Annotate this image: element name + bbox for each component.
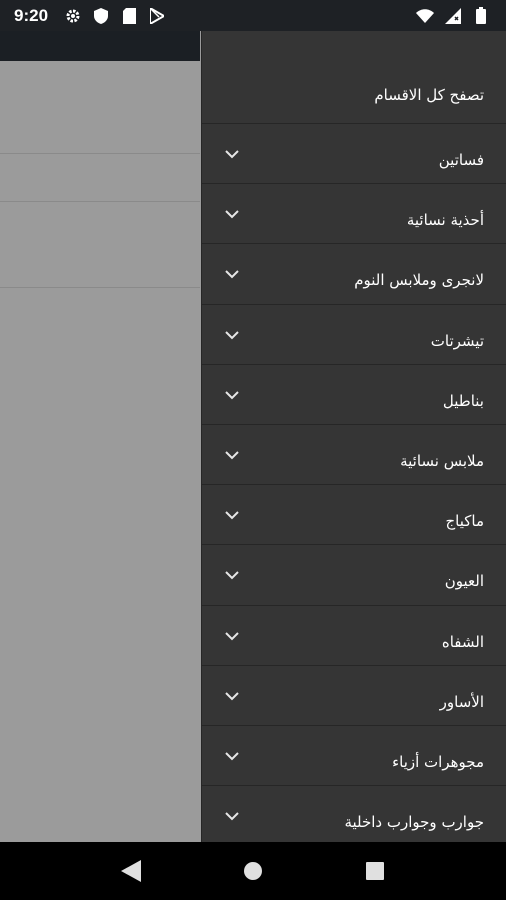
chevron-down-icon[interactable]: [224, 566, 240, 580]
category-item[interactable]: تيشرتات: [202, 305, 506, 365]
category-list: فساتين أحذية نسائية لانجرى وملابس النوم تيش…: [202, 124, 506, 842]
category-item[interactable]: مجوهرات أزياء: [202, 726, 506, 787]
category-label: أحذية نسائية: [406, 211, 484, 230]
shield-icon: [90, 5, 112, 27]
category-item[interactable]: ملابس نسائية: [202, 425, 506, 486]
chevron-down-icon[interactable]: [224, 747, 240, 761]
browse-all-categories-label: تصفح كل الاقسام: [374, 86, 484, 104]
category-item[interactable]: العيون: [202, 545, 506, 606]
status-time: 9:20: [14, 5, 49, 25]
category-label: جوارب وجوارب داخلية: [344, 813, 484, 832]
play-store-icon: [146, 5, 168, 27]
gear-icon: [62, 5, 84, 27]
wifi-icon: [414, 5, 436, 27]
category-item[interactable]: فساتين: [202, 124, 506, 185]
category-item[interactable]: لانجرى وملابس النوم: [202, 244, 506, 305]
background-divider: [0, 153, 200, 154]
category-label: مجوهرات أزياء: [392, 752, 484, 771]
status-bar: 9:20: [0, 0, 506, 31]
background-app-bar: [0, 31, 200, 61]
category-item[interactable]: الشفاه: [202, 606, 506, 666]
home-button[interactable]: [233, 851, 273, 891]
back-icon: [121, 860, 141, 882]
chevron-down-icon[interactable]: [224, 506, 240, 520]
category-label: فساتين: [438, 151, 484, 169]
background-divider: [0, 201, 200, 202]
sd-card-icon: [118, 5, 140, 27]
category-item[interactable]: أحذية نسائية: [202, 184, 506, 245]
chevron-down-icon[interactable]: [224, 265, 240, 279]
category-item[interactable]: بناطيل: [202, 365, 506, 425]
chevron-down-icon[interactable]: [224, 807, 240, 821]
chevron-down-icon[interactable]: [224, 145, 240, 159]
category-label: العيون: [444, 572, 484, 591]
home-icon: [244, 862, 262, 880]
chevron-down-icon[interactable]: [224, 446, 240, 460]
chevron-down-icon[interactable]: [224, 205, 240, 219]
category-label: الأساور: [439, 692, 484, 711]
category-label: ملابس نسائية: [400, 451, 484, 470]
category-label: بناطيل: [442, 391, 484, 410]
status-right: [408, 5, 492, 27]
background-divider: [0, 287, 200, 288]
recents-button[interactable]: [355, 851, 395, 891]
chevron-down-icon[interactable]: [224, 627, 240, 640]
category-item[interactable]: ماكياج: [202, 485, 506, 546]
back-button[interactable]: [111, 851, 151, 891]
chevron-down-icon[interactable]: [224, 326, 240, 339]
category-item[interactable]: جوارب وجوارب داخلية: [202, 786, 506, 842]
navigation-drawer: تصفح كل الاقسام فساتين أحذية نسائية لانجرى…: [201, 31, 506, 842]
chevron-down-icon[interactable]: [224, 386, 240, 400]
category-label: لانجرى وملابس النوم: [354, 271, 484, 290]
system-nav-bar: [0, 842, 506, 900]
recents-icon: [366, 862, 384, 880]
chevron-down-icon[interactable]: [224, 687, 240, 701]
category-label: ماكياج: [445, 512, 484, 531]
category-label: تيشرتات: [430, 331, 484, 350]
category-label: الشفاه: [441, 632, 484, 651]
category-item[interactable]: الأساور: [202, 666, 506, 726]
signal-icon: [442, 5, 464, 27]
browse-all-categories[interactable]: تصفح كل الاقسام: [202, 31, 506, 124]
battery-icon: [470, 5, 492, 27]
